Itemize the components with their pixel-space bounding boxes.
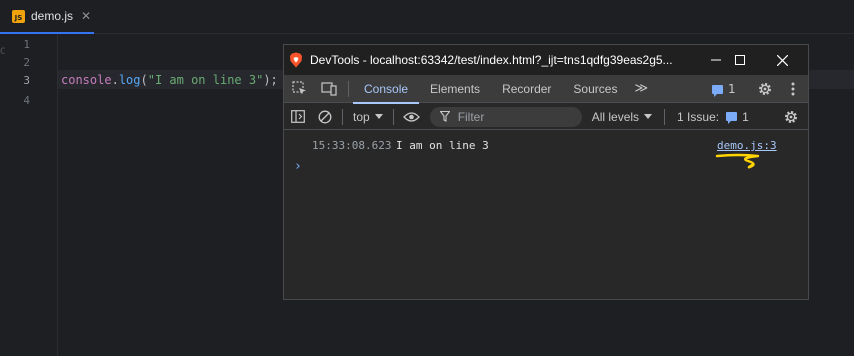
maximize-icon [735,55,745,65]
console-settings-button[interactable] [778,104,804,130]
issues-count: 1 [742,109,749,124]
filter-placeholder: Filter [457,109,485,124]
issues-label: 1 Issue: [677,109,720,124]
code-token-paren: ( [140,73,148,87]
line-number: 2 [23,56,30,69]
code-token-dot: . [111,73,119,87]
console-filter-input[interactable]: Filter [429,106,582,127]
more-vertical-icon [791,82,795,96]
tab-console[interactable]: Console [353,74,420,104]
line-number: 4 [23,94,30,107]
console-toolbar: top Filter All levels 1 Issue: 1 [284,104,808,130]
close-icon[interactable]: ✕ [81,9,91,23]
eye-icon [403,111,421,122]
devtools-settings-button[interactable] [752,75,778,103]
device-toolbar-icon [321,81,337,96]
issues-counter[interactable]: 1 Issue: 1 [677,110,749,124]
code-line-3[interactable]: console.log("I am on line 3"); [61,73,278,87]
devtools-title-bar[interactable]: DevTools - localhost:63342/test/index.ht… [284,45,808,75]
code-token-string: "I am on line 3" [147,73,264,87]
editor-tab-label: demo.js [31,9,74,23]
toolbar-divider [342,108,343,125]
clear-console-button[interactable] [312,103,338,131]
maximize-button[interactable] [718,45,762,75]
inspect-element-icon [291,81,306,95]
console-prompt-chevron-icon[interactable]: › [294,159,302,174]
log-timestamp: 15:33:08.623 [312,139,392,152]
tab-sources[interactable]: Sources [562,75,628,103]
window-title: DevTools - localhost:63342/test/index.ht… [310,53,673,67]
line-number: 1 [23,38,30,51]
javascript-file-icon: JS [12,9,25,23]
gear-icon [785,111,797,123]
highlight-squiggle-annotation [715,153,760,169]
line-number: 3 [23,74,30,87]
console-messages-counter[interactable]: 1 [712,75,736,103]
close-window-button[interactable] [760,45,804,75]
devtools-panel-tabs: Console Elements Recorder Sources ≫ 1 [284,74,808,104]
message-icon [712,84,723,97]
gear-icon [759,83,771,95]
context-value: top [353,109,370,124]
chevron-down-icon [644,114,653,119]
sidebar-icon [291,110,305,123]
code-token-function: log [118,73,141,87]
toolbar-divider [664,108,666,125]
message-icon [726,112,738,124]
chevron-down-icon [374,114,383,119]
console-output: 15:33:08.623 I am on line 3 demo.js:3 › [284,131,808,299]
live-expression-button[interactable] [398,103,426,131]
close-icon [776,54,788,66]
customize-devtools-menu[interactable] [782,75,804,103]
brave-browser-icon [290,52,302,68]
message-count: 1 [728,82,736,96]
line-number-gutter: C 1 2 3 4 [0,35,58,356]
toolbar-divider [348,80,349,97]
tab-recorder[interactable]: Recorder [491,75,562,103]
device-toolbar-button[interactable] [314,75,344,103]
tab-elements[interactable]: Elements [419,75,491,103]
code-token-close: ); [263,73,278,87]
filter-icon [439,111,450,122]
editor-tab-demo-js[interactable]: JS demo.js ✕ [0,0,94,34]
inspect-element-button[interactable] [284,75,314,103]
log-levels-dropdown[interactable]: All levels [591,109,653,124]
clear-icon [318,110,332,123]
log-message: I am on line 3 [396,139,489,152]
toolbar-divider [392,108,394,125]
editor-tab-bar: JS demo.js ✕ [0,0,854,34]
javascript-context-select[interactable]: top [347,110,389,124]
devtools-window: DevTools - localhost:63342/test/index.ht… [283,44,809,300]
more-tabs-button[interactable]: ≫ [628,81,654,96]
code-token-object: console [61,73,112,87]
show-sidebar-button[interactable] [284,103,312,131]
log-levels-value: All levels [591,109,640,124]
